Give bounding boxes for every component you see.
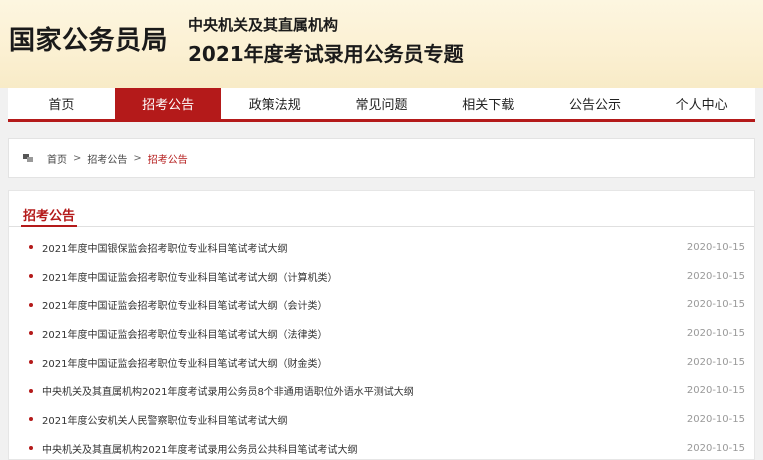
nav-item-faq[interactable]: 常见问题 [328, 88, 435, 119]
list-item[interactable]: 2021年度中国证监会招考职位专业科目笔试考试大纲（法律类） 2020-10-1… [9, 319, 754, 348]
list-item-date: 2020-10-15 [686, 241, 745, 253]
list-item-date: 2020-10-15 [686, 413, 745, 425]
list-item-title[interactable]: 2021年度中国证监会招考职位专业科目笔试考试大纲（财金类） [42, 355, 687, 370]
list-item-title[interactable]: 中央机关及其直属机构2021年度考试录用公务员8个非通用语职位外语水平测试大纲 [42, 383, 687, 398]
list-item-title[interactable]: 2021年度中国证监会招考职位专业科目笔试考试大纲（法律类） [42, 326, 687, 341]
list-item-date: 2020-10-15 [686, 299, 745, 311]
bullet-icon [29, 331, 33, 336]
breadcrumb-separator: > [133, 152, 142, 164]
bullet-icon [29, 417, 33, 422]
breadcrumb-current: 招考公告 [147, 154, 188, 166]
header-sub-org: 中央机关及其直属机构 [188, 16, 339, 34]
list-item-title[interactable]: 2021年度中国证监会招考职位专业科目笔试考试大纲（会计类） [42, 297, 687, 312]
list-item-date: 2020-10-15 [686, 356, 745, 368]
bullet-icon [29, 274, 33, 279]
nav-item-personal-center[interactable]: 个人中心 [648, 88, 755, 119]
site-header: 国家公务员局 中央机关及其直属机构 2021年度考试录用公务员专题 [0, 0, 763, 88]
list-item[interactable]: 2021年度公安机关人民警察职位专业科目笔试考试大纲 2020-10-15 [9, 405, 754, 434]
main-nav: 首页 招考公告 政策法规 常见问题 相关下载 公告公示 个人中心 [8, 88, 755, 122]
bullet-icon [29, 388, 33, 393]
list-item[interactable]: 2021年度中国证监会招考职位专业科目笔试考试大纲（会计类） 2020-10-1… [9, 290, 754, 319]
breadcrumb-separator: > [73, 152, 82, 164]
nav-item-policies[interactable]: 政策法规 [221, 88, 328, 119]
list-item[interactable]: 2021年度中国证监会招考职位专业科目笔试考试大纲（财金类） 2020-10-1… [9, 348, 754, 377]
list-item-title[interactable]: 2021年度公安机关人民警察职位专业科目笔试考试大纲 [42, 412, 687, 427]
site-title[interactable]: 国家公务员局 [9, 20, 168, 57]
announcement-list: 2021年度中国银保监会招考职位专业科目笔试考试大纲 2020-10-15 20… [9, 233, 754, 460]
list-item-title[interactable]: 2021年度中国证监会招考职位专业科目笔试考试大纲（计算机类） [42, 269, 687, 284]
header-sub-topic: 2021年度考试录用公务员专题 [188, 42, 464, 66]
breadcrumb-parent[interactable]: 招考公告 [87, 151, 127, 166]
bullet-icon [29, 360, 33, 365]
nav-item-downloads[interactable]: 相关下载 [435, 88, 542, 119]
breadcrumb-home[interactable]: 首页 [47, 151, 67, 166]
bullet-icon [29, 446, 33, 451]
breadcrumb: 首页 > 招考公告 > 招考公告 [8, 138, 755, 178]
list-item[interactable]: 2021年度中国证监会招考职位专业科目笔试考试大纲（计算机类） 2020-10-… [9, 262, 754, 291]
content-panel: 招考公告 2021年度中国银保监会招考职位专业科目笔试考试大纲 2020-10-… [8, 190, 755, 460]
section-header: 招考公告 [9, 191, 754, 227]
nav-item-notices[interactable]: 公告公示 [542, 88, 649, 119]
bullet-icon [29, 245, 33, 250]
list-item-title[interactable]: 中央机关及其直属机构2021年度考试录用公务员公共科目笔试考试大纲 [42, 441, 687, 456]
section-title: 招考公告 [21, 205, 78, 227]
location-icon [23, 154, 33, 162]
bullet-icon [29, 302, 33, 307]
list-item[interactable]: 中央机关及其直属机构2021年度考试录用公务员公共科目笔试考试大纲 2020-1… [9, 434, 754, 460]
list-item-date: 2020-10-15 [686, 442, 745, 454]
list-item[interactable]: 2021年度中国银保监会招考职位专业科目笔试考试大纲 2020-10-15 [9, 233, 754, 262]
list-item-title[interactable]: 2021年度中国银保监会招考职位专业科目笔试考试大纲 [42, 240, 687, 255]
list-item-date: 2020-10-15 [686, 327, 745, 339]
nav-item-home[interactable]: 首页 [8, 88, 115, 119]
list-item[interactable]: 中央机关及其直属机构2021年度考试录用公务员8个非通用语职位外语水平测试大纲 … [9, 376, 754, 405]
nav-item-announcements[interactable]: 招考公告 [114, 88, 222, 119]
list-item-date: 2020-10-15 [686, 385, 745, 397]
list-item-date: 2020-10-15 [686, 270, 745, 282]
